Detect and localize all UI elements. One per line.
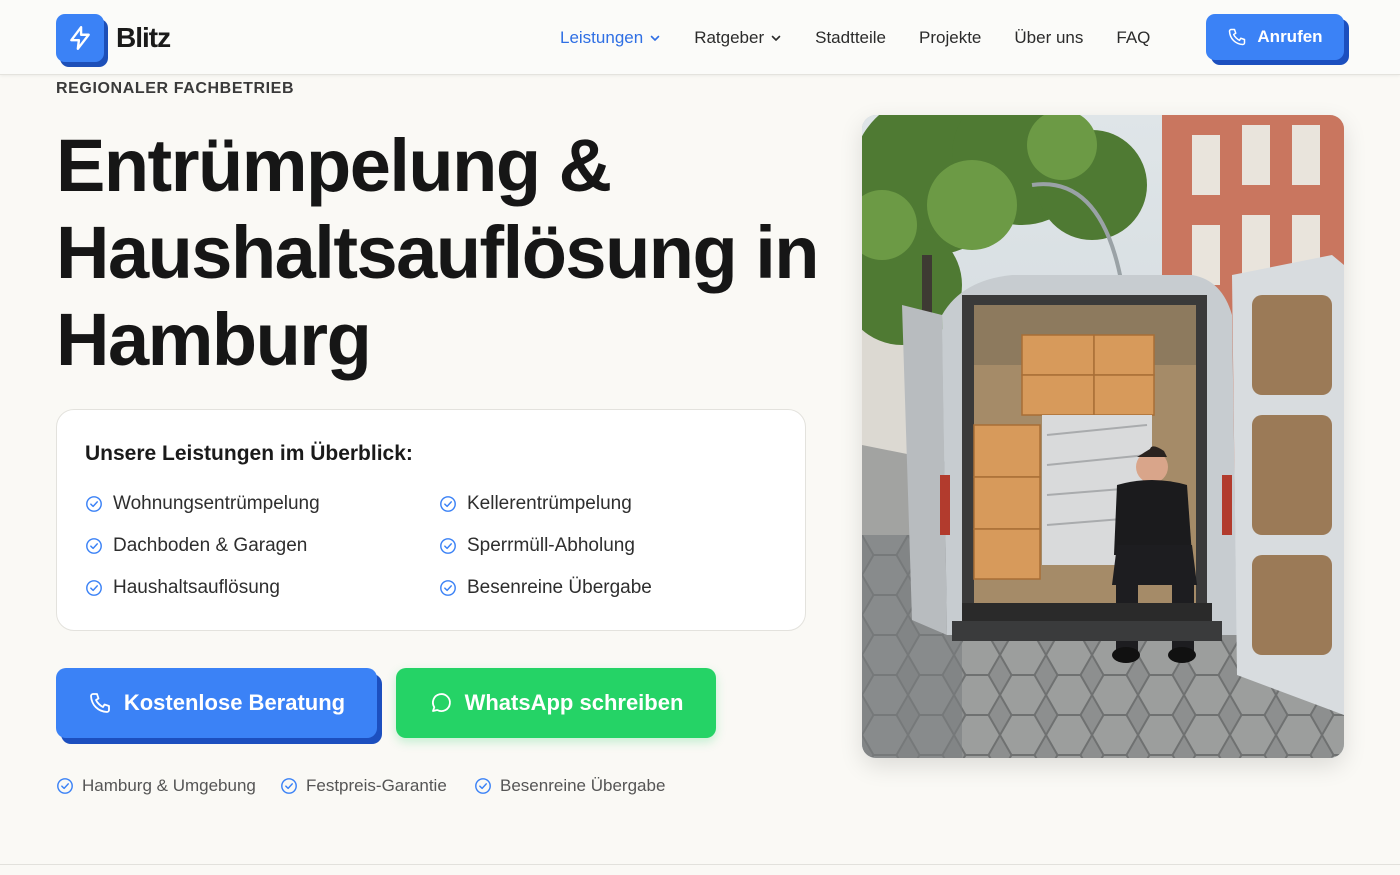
services-card: Unsere Leistungen im Überblick: Wohnungs… xyxy=(56,409,806,631)
nav-item-ratgeber[interactable]: Ratgeber xyxy=(694,28,782,48)
call-button[interactable]: Anrufen xyxy=(1206,14,1349,65)
service-label: Sperrmüll-Abholung xyxy=(467,535,635,556)
logo-mark xyxy=(56,14,108,67)
whatsapp-icon xyxy=(431,693,451,712)
brand-name: Blitz xyxy=(116,22,171,53)
nav-item-projekte[interactable]: Projekte xyxy=(919,28,981,48)
check-circle-icon xyxy=(86,538,102,554)
check-circle-icon xyxy=(281,778,297,794)
check-circle-icon xyxy=(475,778,491,794)
trust-badge: Festpreis-Garantie xyxy=(280,776,447,796)
nav-item-ueber-uns[interactable]: Über uns xyxy=(1014,28,1083,48)
service-label: Besenreine Übergabe xyxy=(467,577,652,598)
headline-line-1: Entrümpelung & xyxy=(56,124,612,207)
check-circle-icon xyxy=(86,496,102,512)
trust-badge-label: Festpreis-Garantie xyxy=(306,776,447,795)
eyebrow-label: REGIONALER FACHBETRIEB xyxy=(56,80,295,97)
main-nav: Leistungen Ratgeber Stadtteile Projekte … xyxy=(560,0,1183,75)
services-title: Unsere Leistungen im Überblick: xyxy=(85,442,413,465)
phone-icon xyxy=(89,693,110,713)
trust-badge: Besenreine Übergabe xyxy=(474,776,665,796)
service-label: Wohnungsentrümpelung xyxy=(113,493,320,514)
whatsapp-button[interactable]: WhatsApp schreiben xyxy=(396,668,716,738)
nav-item-leistungen[interactable]: Leistungen xyxy=(560,28,661,48)
chevron-down-icon xyxy=(771,35,781,41)
check-circle-icon xyxy=(440,538,456,554)
free-consultation-button[interactable]: Kostenlose Beratung xyxy=(56,668,382,744)
nav-item-stadtteile[interactable]: Stadtteile xyxy=(815,28,886,48)
page-title: Entrümpelung & Haushaltsauflösung in Ham… xyxy=(56,122,836,383)
service-label: Kellerentrümpelung xyxy=(467,493,632,514)
service-item: Sperrmüll-Abholung xyxy=(439,535,635,557)
headline-line-2: Haushaltsauflösung in xyxy=(56,211,820,294)
logo-link[interactable]: Blitz xyxy=(56,14,171,67)
trust-badge-label: Hamburg & Umgebung xyxy=(82,776,256,795)
phone-icon xyxy=(1229,28,1246,46)
nav-label: Stadtteile xyxy=(815,27,887,47)
check-circle-icon xyxy=(440,496,456,512)
nav-label: Projekte xyxy=(919,27,982,47)
trust-badge-label: Besenreine Übergabe xyxy=(500,776,666,795)
whatsapp-label: WhatsApp schreiben xyxy=(464,690,684,715)
lightning-icon xyxy=(70,25,90,51)
call-button-label: Anrufen xyxy=(1257,27,1323,46)
service-item: Haushaltsauflösung xyxy=(85,577,280,599)
service-item: Dachboden & Garagen xyxy=(85,535,307,557)
service-item: Besenreine Übergabe xyxy=(439,577,652,599)
service-item: Kellerentrümpelung xyxy=(439,493,632,515)
nav-item-faq[interactable]: FAQ xyxy=(1116,28,1150,48)
chevron-down-icon xyxy=(650,35,660,41)
check-circle-icon xyxy=(440,580,456,596)
section-divider xyxy=(0,864,1400,865)
trust-badge: Hamburg & Umgebung xyxy=(56,776,256,796)
headline-line-3: Hamburg xyxy=(56,298,372,381)
nav-label: FAQ xyxy=(1116,27,1151,47)
nav-label: Leistungen xyxy=(560,27,644,47)
hero-photo xyxy=(862,115,1344,758)
nav-label: Über uns xyxy=(1014,27,1084,47)
service-item: Wohnungsentrümpelung xyxy=(85,493,320,515)
free-consultation-label: Kostenlose Beratung xyxy=(123,690,346,715)
check-circle-icon xyxy=(57,778,73,794)
check-circle-icon xyxy=(86,580,102,596)
nav-label: Ratgeber xyxy=(694,27,765,47)
service-label: Haushaltsauflösung xyxy=(113,577,280,598)
site-header: Blitz Leistungen Ratgeber Stadtteile Pro… xyxy=(0,0,1400,75)
service-label: Dachboden & Garagen xyxy=(113,535,308,556)
